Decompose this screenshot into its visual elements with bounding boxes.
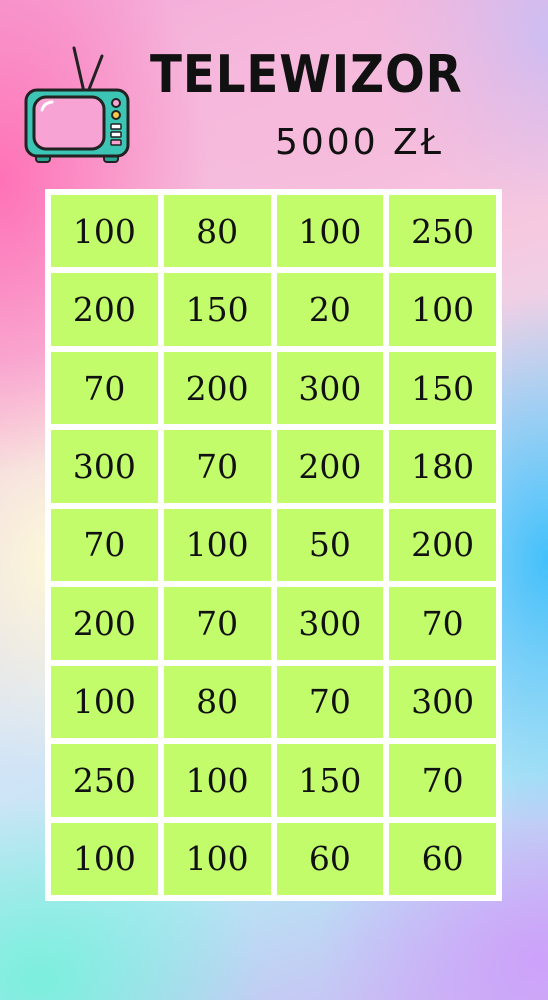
board-cell[interactable]: 70 [389, 744, 496, 817]
board-cell[interactable]: 80 [163, 195, 271, 268]
board-cell[interactable]: 100 [51, 822, 158, 895]
board-cell[interactable]: 70 [51, 351, 158, 425]
board-cell[interactable]: 250 [51, 744, 158, 817]
board-cell[interactable]: 200 [163, 351, 271, 425]
board-cell[interactable]: 70 [276, 665, 384, 739]
board-cell[interactable]: 50 [276, 508, 384, 582]
prize-amount: 5000 ZŁ [275, 122, 444, 163]
board-cell[interactable]: 300 [389, 665, 496, 739]
board-cell[interactable]: 20 [276, 273, 384, 346]
board-cell[interactable]: 70 [51, 508, 158, 582]
board-cell[interactable]: 200 [51, 273, 158, 346]
value-board: 100 80 100 250 200 150 20 100 70 200 300 150 300 70 20… [45, 189, 502, 901]
board-cell[interactable]: 200 [51, 587, 158, 660]
tv-icon [22, 44, 132, 169]
board-cell[interactable]: 180 [389, 430, 496, 503]
board-cell[interactable]: 100 [163, 744, 271, 817]
board-cell[interactable]: 70 [163, 587, 271, 660]
board-cell[interactable]: 70 [163, 430, 271, 503]
board-cell[interactable]: 150 [276, 744, 384, 817]
board-cell[interactable]: 150 [389, 351, 496, 425]
board-cell[interactable]: 100 [276, 195, 384, 268]
board-cell[interactable]: 100 [163, 822, 271, 895]
board-cell[interactable]: 100 [163, 508, 271, 582]
board-cell[interactable]: 100 [389, 273, 496, 346]
board-cell[interactable]: 70 [389, 587, 496, 660]
board-cell[interactable]: 200 [389, 508, 496, 582]
board-cell[interactable]: 300 [276, 351, 384, 425]
board-cell[interactable]: 300 [51, 430, 158, 503]
board-cell[interactable]: 200 [276, 430, 384, 503]
board-cell[interactable]: 80 [163, 665, 271, 739]
board-cell[interactable]: 100 [51, 195, 158, 268]
board-cell[interactable]: 150 [163, 273, 271, 346]
page-title: TELEWIZOR [150, 45, 463, 105]
board-cell[interactable]: 300 [276, 587, 384, 660]
board-cell[interactable]: 60 [389, 822, 496, 895]
board-cell[interactable]: 100 [51, 665, 158, 739]
board-cell[interactable]: 60 [276, 822, 384, 895]
board-cell[interactable]: 250 [389, 195, 496, 268]
